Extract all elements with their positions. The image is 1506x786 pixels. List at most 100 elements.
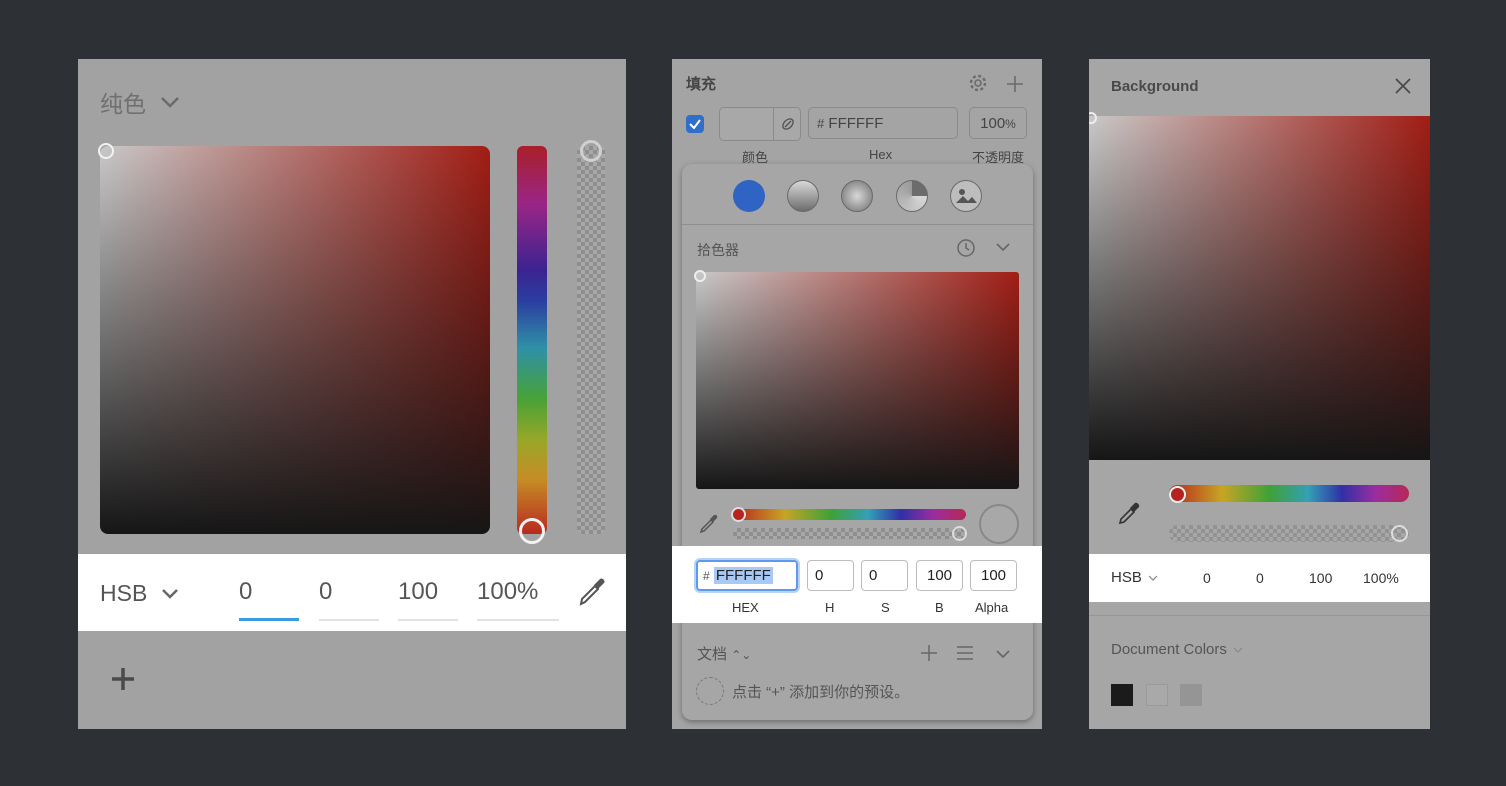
alpha-label: Alpha — [975, 600, 1009, 615]
eyedropper-icon[interactable] — [698, 513, 720, 535]
color-popover: 拾色器 文档 ⌃⌄ 点击 “+” 添加到你的预设。 — [682, 164, 1033, 720]
fill-type-angular-gradient[interactable] — [896, 180, 928, 212]
hue-field[interactable]: 0 — [239, 574, 299, 621]
h-field[interactable]: 0 — [807, 560, 854, 591]
value-fields-row: HSB 0 0 100 100% — [1089, 554, 1430, 602]
preset-hint: 点击 “+” 添加到你的预设。 — [732, 684, 910, 701]
b-field[interactable]: 100 — [916, 560, 963, 591]
history-clock-icon[interactable] — [956, 238, 976, 258]
close-icon[interactable] — [1394, 77, 1412, 95]
checkmark-icon — [689, 119, 701, 130]
hue-field[interactable]: 0 — [1203, 570, 1211, 586]
plus-icon — [112, 668, 134, 690]
hex-field-top[interactable]: # FFFFFF — [808, 107, 958, 139]
hex-field-label: Hex — [869, 147, 893, 162]
alpha-slider[interactable] — [1169, 525, 1409, 542]
saturation-brightness-area[interactable] — [100, 146, 490, 534]
panel-fill-color-picker: 填充 # FFFFFF 100% 颜色 Hex 不透明度 拾色器 文档 ⌃⌄ 点… — [672, 59, 1042, 729]
swatch-black[interactable] — [1111, 684, 1133, 706]
gear-icon[interactable] — [968, 73, 988, 93]
alpha-field[interactable]: 100 — [970, 560, 1017, 591]
add-fill-icon[interactable] — [1005, 74, 1025, 94]
s-field[interactable]: 0 — [861, 560, 908, 591]
color-swatch-field[interactable] — [719, 107, 801, 141]
swatch-white[interactable] — [1146, 684, 1168, 706]
value-fields-row: HSB 0 0 100 100% — [78, 554, 626, 631]
alpha-field[interactable]: 100% — [477, 574, 559, 621]
sort-arrows-icon: ⌃⌄ — [731, 648, 752, 662]
panel-solid-color-picker: 纯色 HSB 0 0 100 100% — [78, 59, 626, 729]
color-model-label: HSB — [1111, 569, 1142, 586]
fill-type-radial-gradient[interactable] — [841, 180, 873, 212]
fill-type-image[interactable] — [950, 180, 982, 212]
list-view-icon[interactable] — [956, 645, 974, 661]
hex-input[interactable]: # FFFFFF — [696, 560, 798, 591]
chevron-down-icon[interactable] — [995, 242, 1011, 252]
hue-slider[interactable] — [733, 509, 966, 520]
hash-symbol: # — [817, 116, 825, 131]
brightness-value: 100 — [398, 578, 439, 605]
fill-type-label: 纯色 — [100, 91, 146, 117]
saturation-field[interactable]: 0 — [1256, 570, 1264, 586]
fill-type-solid[interactable] — [733, 180, 765, 212]
opacity-field[interactable]: 100% — [969, 107, 1027, 139]
chevron-down-icon[interactable] — [995, 649, 1011, 659]
link-button[interactable] — [773, 108, 801, 140]
alpha-field[interactable]: 100% — [1363, 570, 1399, 586]
brightness-field[interactable]: 100 — [398, 574, 458, 621]
fill-type-dropdown[interactable]: 纯色 — [100, 87, 180, 117]
chevron-down-icon — [162, 588, 179, 599]
h-value: 0 — [815, 567, 824, 584]
document-colors-dropdown[interactable]: Document Colors — [1111, 641, 1243, 658]
hue-slider-handle[interactable] — [1169, 486, 1186, 503]
saturation-value: 0 — [319, 578, 333, 605]
saturation-brightness-area[interactable] — [1089, 116, 1430, 460]
docs-label-text: 文档 — [697, 646, 728, 663]
alpha-slider[interactable] — [733, 528, 966, 539]
add-preset-icon[interactable] — [920, 644, 938, 662]
b-value: 100 — [926, 567, 953, 584]
fill-enabled-checkbox[interactable] — [686, 115, 704, 133]
picker-label: 拾色器 — [697, 242, 739, 258]
panel-background-color-picker: Background HSB 0 0 100 100% Document Col… — [1089, 59, 1430, 729]
eyedropper-icon[interactable] — [575, 575, 609, 609]
empty-preset-placeholder — [696, 677, 724, 705]
color-model-dropdown[interactable]: HSB — [1111, 569, 1158, 586]
sv-handle[interactable] — [98, 143, 114, 159]
link-icon — [782, 118, 794, 130]
chevron-down-icon — [1233, 647, 1243, 653]
alpha-value: 100% — [477, 578, 539, 605]
hue-slider-handle[interactable] — [519, 518, 545, 544]
panel-title: Background — [1111, 78, 1199, 95]
sv-handle[interactable] — [694, 270, 706, 282]
saturation-field[interactable]: 0 — [319, 574, 379, 621]
saturation-brightness-area[interactable] — [696, 272, 1019, 489]
b-label: B — [935, 600, 944, 615]
hue-value: 0 — [239, 578, 253, 605]
swatch-grey[interactable] — [1180, 684, 1202, 706]
value-fields-row: # FFFFFF HEX 0 H 0 S 100 B 100 Alpha — [672, 546, 1042, 623]
chevron-down-icon — [161, 97, 179, 108]
brightness-field[interactable]: 100 — [1309, 570, 1332, 586]
hue-slider[interactable] — [1169, 485, 1409, 502]
fill-type-linear-gradient[interactable] — [787, 180, 819, 212]
image-icon — [956, 189, 977, 203]
opacity-unit: % — [1005, 117, 1016, 131]
alpha-slider[interactable] — [577, 146, 605, 534]
add-color-button[interactable] — [108, 664, 138, 694]
alpha-slider-handle[interactable] — [1391, 525, 1408, 542]
s-label: S — [881, 600, 890, 615]
document-colors-label: Document Colors — [1111, 641, 1227, 658]
hue-slider[interactable] — [517, 146, 547, 534]
hex-value-top: FFFFFF — [828, 115, 884, 132]
eyedropper-icon[interactable] — [1117, 502, 1141, 526]
section-divider — [1089, 615, 1430, 616]
hash-symbol: # — [703, 569, 710, 583]
alpha-slider-handle[interactable] — [952, 526, 967, 541]
color-model-dropdown[interactable]: HSB — [100, 576, 179, 610]
s-value: 0 — [869, 567, 878, 584]
docs-label[interactable]: 文档 ⌃⌄ — [697, 643, 751, 664]
alpha-slider-handle[interactable] — [580, 140, 602, 162]
opacity-value: 100 — [980, 115, 1006, 132]
hue-slider-handle[interactable] — [731, 507, 746, 522]
